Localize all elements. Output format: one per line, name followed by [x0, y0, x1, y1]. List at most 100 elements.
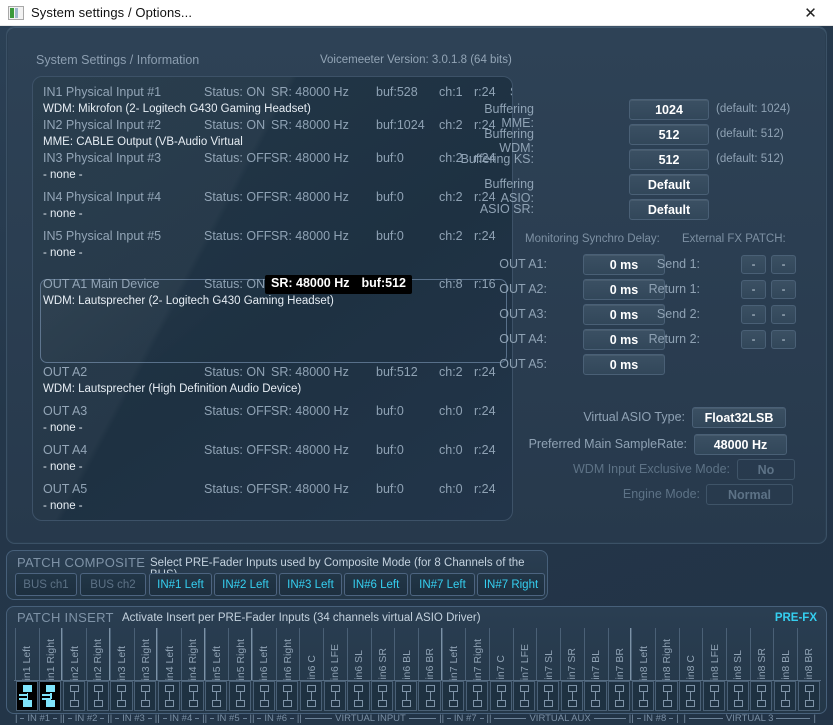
device-row[interactable]: OUT A5 Status: OFF SR: 48000 Hz buf:0 ch:0 r:…: [33, 482, 512, 512]
device-row[interactable]: OUT A2 Status: ON SR: 48000 Hz buf:512 ch:2 r…: [33, 365, 512, 395]
synchro-out-label: OUT A5:: [499, 357, 547, 371]
insert-toggle-button[interactable]: [513, 681, 536, 711]
insert-toggle-button[interactable]: [702, 681, 726, 711]
insert-channel-column: in3 Left: [109, 628, 134, 713]
insert-toggle-button[interactable]: [773, 681, 797, 711]
fx-patch-slot-a[interactable]: -: [741, 255, 766, 274]
insert-toggle-button[interactable]: [347, 681, 370, 711]
buffering-label: Buffering ASIO:: [484, 177, 534, 205]
insert-group-caption: | IN #8 |: [631, 712, 679, 724]
insert-toggle-button[interactable]: [299, 681, 323, 711]
insert-toggle-button[interactable]: [181, 681, 204, 711]
insert-toggle-button[interactable]: [679, 681, 702, 711]
insert-toggle-button[interactable]: [560, 681, 583, 711]
device-description: - none -: [43, 422, 83, 434]
insert-toggle-button[interactable]: [228, 681, 252, 711]
insert-toggle-button[interactable]: [276, 681, 299, 711]
insert-channel-label: in8 LFE: [702, 628, 726, 680]
insert-icon: [327, 685, 343, 707]
device-list: IN1 Physical Input #1 Status: ON SR: 48000…: [32, 76, 513, 521]
fx-patch-slot-b[interactable]: -: [771, 280, 796, 299]
option-field[interactable]: 48000 Hz: [694, 434, 787, 455]
insert-toggle-button[interactable]: [371, 681, 394, 711]
composite-button[interactable]: IN#3 Left: [279, 573, 342, 596]
composite-button[interactable]: BUS ch1: [15, 573, 77, 596]
insert-toggle-button[interactable]: [726, 681, 749, 711]
insert-toggle-button[interactable]: [465, 681, 489, 711]
insert-toggle-button[interactable]: [134, 681, 157, 711]
insert-toggle-button[interactable]: [39, 681, 62, 711]
buffering-field[interactable]: 512: [629, 124, 709, 145]
option-field[interactable]: Float32LSB: [692, 407, 786, 428]
tab-system-settings[interactable]: System Settings / Information: [36, 53, 199, 67]
device-row[interactable]: OUT A3 Status: OFF SR: 48000 Hz buf:0 ch:0 r:…: [33, 404, 512, 434]
fx-patch-slot-a[interactable]: -: [741, 330, 766, 349]
insert-toggle-button[interactable]: [797, 681, 820, 711]
fx-patch-slot-b[interactable]: -: [771, 305, 796, 324]
insert-channel-column: in8 C: [678, 628, 703, 713]
insert-toggle-button[interactable]: [205, 681, 228, 711]
insert-group-caption-text: VIRTUAL AUX: [529, 712, 591, 724]
insert-group-caption-text: VIRTUAL INPUT: [335, 712, 406, 724]
insert-channel-column: in6 SL: [346, 628, 371, 713]
composite-button[interactable]: IN#6 Left: [344, 573, 408, 596]
insert-toggle-button[interactable]: [86, 681, 109, 711]
insert-toggle-button[interactable]: [750, 681, 773, 711]
insert-channel-label: in7 BL: [583, 628, 608, 680]
insert-channel-column: in7 Left: [441, 628, 466, 713]
insert-icon: [659, 685, 675, 707]
insert-toggle-button[interactable]: [631, 681, 654, 711]
buffering-field[interactable]: 512: [629, 149, 709, 170]
fx-patch-slot-b[interactable]: -: [771, 255, 796, 274]
fx-patch-slot-b[interactable]: -: [771, 330, 796, 349]
pre-fx-label[interactable]: PRE-FX: [775, 612, 817, 624]
insert-toggle-button[interactable]: [323, 681, 346, 711]
insert-channel-label: in6 BL: [394, 628, 418, 680]
insert-toggle-button[interactable]: [157, 681, 180, 711]
insert-toggle-button[interactable]: [655, 681, 678, 711]
composite-button[interactable]: IN#1 Left: [149, 573, 212, 596]
device-row[interactable]: IN2 Physical Input #2 Status: ON SR: 48000…: [33, 118, 512, 148]
fx-patch-slot-a[interactable]: -: [741, 280, 766, 299]
insert-group-caption-text: IN #1: [27, 712, 51, 724]
composite-button[interactable]: IN#2 Left: [214, 573, 277, 596]
device-row[interactable]: IN3 Physical Input #3 Status: OFF SR: 4800…: [33, 151, 512, 181]
device-channels: ch:0: [439, 482, 463, 496]
insert-toggle-button[interactable]: [15, 681, 38, 711]
device-row[interactable]: OUT A1 Main Device Status: ON SR: 48000 Hz…: [33, 275, 512, 307]
insert-toggle-button[interactable]: [252, 681, 275, 711]
insert-toggle-button[interactable]: [608, 681, 631, 711]
insert-toggle-button[interactable]: [62, 681, 86, 711]
option-field[interactable]: Normal: [706, 484, 793, 505]
composite-button[interactable]: BUS ch2: [80, 573, 146, 596]
option-field[interactable]: No: [737, 459, 795, 480]
buffering-field[interactable]: Default: [629, 174, 709, 195]
device-sr: SR: 48000 Hz: [271, 190, 349, 204]
insert-toggle-button[interactable]: [110, 681, 133, 711]
insert-channel-label: in6 SR: [370, 628, 395, 680]
insert-toggle-button[interactable]: [442, 681, 465, 711]
synchro-delay-field[interactable]: 0 ms: [583, 354, 665, 375]
fx-patch-label: Return 1:: [648, 282, 700, 296]
fx-patch-slot-a[interactable]: -: [741, 305, 766, 324]
insert-toggle-button[interactable]: [584, 681, 607, 711]
composite-button[interactable]: IN#7 Right: [477, 573, 545, 596]
insert-toggle-button[interactable]: [489, 681, 512, 711]
insert-toggle-button[interactable]: [536, 681, 560, 711]
insert-toggle-button[interactable]: [394, 681, 417, 711]
device-row[interactable]: IN1 Physical Input #1 Status: ON SR: 48000…: [33, 85, 512, 115]
device-row[interactable]: IN5 Physical Input #5 Status: OFF SR: 4800…: [33, 229, 512, 259]
device-sr-buf-highlight: SR: 48000 Hz buf:512: [265, 275, 412, 294]
device-sr: SR: 48000 Hz: [271, 276, 350, 290]
insert-toggle-button[interactable]: [418, 681, 441, 711]
insert-group-divider: [156, 628, 158, 680]
device-description: - none -: [43, 208, 83, 220]
device-status: Status: ON: [204, 85, 266, 99]
buffering-field[interactable]: Default: [629, 199, 709, 220]
device-row[interactable]: IN4 Physical Input #4 Status: OFF SR: 4800…: [33, 190, 512, 220]
composite-button[interactable]: IN#7 Left: [410, 573, 475, 596]
close-icon[interactable]: ✕: [788, 0, 833, 26]
device-status: Status: OFF: [204, 443, 272, 457]
buffering-field[interactable]: 1024: [629, 99, 709, 120]
insert-channel-label: in7 SL: [536, 628, 560, 680]
